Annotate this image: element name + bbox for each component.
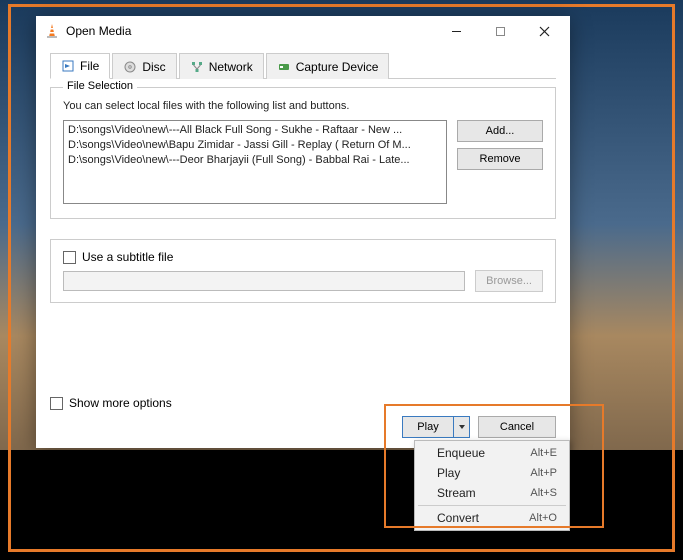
file-list-item[interactable]: D:\songs\Video\new\Bapu Zimidar - Jassi …: [68, 138, 442, 153]
tab-label: File: [80, 59, 99, 73]
menu-item-stream[interactable]: Stream Alt+S: [415, 483, 569, 503]
file-list-item[interactable]: D:\songs\Video\new\---Deor Bharjayii (Fu…: [68, 153, 442, 168]
dialog-actions: Play Cancel: [50, 416, 556, 438]
file-selection-legend: File Selection: [63, 80, 137, 92]
menu-item-enqueue[interactable]: Enqueue Alt+E: [415, 443, 569, 463]
remove-button[interactable]: Remove: [457, 148, 543, 170]
cancel-button[interactable]: Cancel: [478, 416, 556, 438]
tab-network[interactable]: Network: [179, 53, 264, 79]
tab-disc[interactable]: Disc: [112, 53, 176, 79]
menu-label: Enqueue: [437, 446, 530, 460]
tab-label: Capture Device: [296, 60, 379, 74]
subtitle-group: Use a subtitle file Browse...: [50, 239, 556, 303]
window-title: Open Media: [66, 24, 131, 38]
menu-label: Play: [437, 466, 530, 480]
open-media-dialog: Open Media File Disc Network Capture Dev…: [36, 16, 570, 448]
minimize-button[interactable]: [434, 16, 478, 46]
show-more-checkbox[interactable]: [50, 397, 63, 410]
tab-capture[interactable]: Capture Device: [266, 53, 390, 79]
menu-label: Stream: [437, 486, 530, 500]
disc-icon: [123, 60, 137, 74]
menu-item-convert[interactable]: Convert Alt+O: [415, 508, 569, 528]
close-button[interactable]: [522, 16, 566, 46]
menu-item-play[interactable]: Play Alt+P: [415, 463, 569, 483]
file-selection-hint: You can select local files with the foll…: [63, 100, 543, 112]
play-label: Play: [403, 421, 453, 433]
menu-separator: [418, 505, 566, 506]
add-label: Add...: [486, 125, 515, 137]
tab-label: Network: [209, 60, 253, 74]
show-more-row: Show more options: [50, 396, 556, 410]
file-icon: [61, 59, 75, 73]
subtitle-path-input[interactable]: [63, 271, 465, 291]
remove-label: Remove: [480, 153, 521, 165]
menu-shortcut: Alt+E: [530, 447, 557, 459]
play-dropdown-toggle[interactable]: [453, 417, 469, 437]
network-icon: [190, 60, 204, 74]
menu-shortcut: Alt+P: [530, 467, 557, 479]
tab-label: Disc: [142, 60, 165, 74]
play-dropdown-menu: Enqueue Alt+E Play Alt+P Stream Alt+S Co…: [414, 440, 570, 531]
add-button[interactable]: Add...: [457, 120, 543, 142]
file-list[interactable]: D:\songs\Video\new\---All Black Full Son…: [63, 120, 447, 204]
play-split-button[interactable]: Play: [402, 416, 470, 438]
file-list-item[interactable]: D:\songs\Video\new\---All Black Full Son…: [68, 123, 442, 138]
maximize-button[interactable]: [478, 16, 522, 46]
titlebar: Open Media: [36, 16, 570, 46]
dialog-body: File Disc Network Capture Device File Se…: [36, 46, 570, 448]
cancel-label: Cancel: [500, 421, 534, 433]
tab-file[interactable]: File: [50, 53, 110, 79]
menu-shortcut: Alt+O: [529, 512, 557, 524]
capture-icon: [277, 60, 291, 74]
browse-label: Browse...: [486, 275, 532, 287]
menu-shortcut: Alt+S: [530, 487, 557, 499]
show-more-label: Show more options: [69, 396, 172, 410]
browse-button: Browse...: [475, 270, 543, 292]
vlc-cone-icon: [44, 23, 60, 39]
menu-label: Convert: [437, 511, 529, 525]
subtitle-label: Use a subtitle file: [82, 250, 173, 264]
tab-bar: File Disc Network Capture Device: [50, 52, 556, 79]
file-selection-group: File Selection You can select local file…: [50, 87, 556, 219]
subtitle-checkbox[interactable]: [63, 251, 76, 264]
